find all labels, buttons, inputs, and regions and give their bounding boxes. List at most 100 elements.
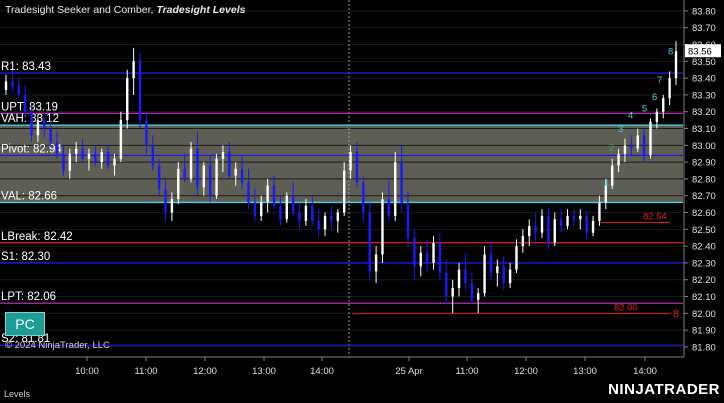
price-bar-body	[662, 98, 665, 112]
price-bar-body	[400, 162, 403, 205]
y-tick-label: 83.30	[692, 90, 716, 101]
count-label: 3	[618, 124, 623, 135]
count-label: 2	[609, 142, 614, 153]
y-tick-label: 83.50	[692, 57, 716, 68]
price-bar-body	[374, 254, 378, 272]
price-bar-body	[655, 111, 659, 122]
x-tick-label: 14:00	[310, 366, 334, 377]
price-bar-body	[132, 61, 135, 79]
price-bar-body	[559, 219, 563, 226]
price-bar-body	[119, 120, 123, 159]
price-bar-body	[304, 205, 308, 221]
price-bar-body	[591, 220, 595, 233]
price-bar-body	[572, 215, 576, 220]
price-bar-body	[451, 288, 454, 297]
price-bar-body	[106, 152, 110, 166]
price-mark-label: 82.00	[614, 302, 638, 313]
price-bar-body	[164, 189, 167, 213]
count-label: 1	[604, 178, 609, 189]
price-bar-body	[298, 212, 301, 221]
price-bar-body	[208, 165, 212, 196]
y-tick-label: 82.00	[692, 309, 716, 320]
price-bar-body	[189, 148, 193, 179]
price-mark-label: 82.54	[643, 212, 667, 223]
price-bar-body	[630, 145, 633, 149]
price-bar-body	[534, 225, 537, 233]
price-bar-body	[432, 242, 435, 263]
level-label: R1: 83.43	[1, 61, 51, 73]
price-bar-body	[674, 51, 678, 79]
price-bar-body	[126, 78, 129, 121]
price-bar-body	[183, 168, 186, 179]
price-bar-body	[323, 215, 327, 230]
chart-title: Tradesight Seeker and Comber, Tradesight…	[5, 4, 245, 16]
indicator-name: Tradesight Levels	[156, 4, 246, 16]
x-tick-label: 13:00	[573, 366, 597, 377]
price-bar-body	[579, 215, 582, 220]
level-label: VAL: 82.66	[1, 190, 57, 202]
price-bar-body	[260, 202, 263, 216]
price-bar-body	[330, 215, 333, 221]
price-bar-body	[74, 148, 78, 154]
y-tick-label: 83.80	[692, 6, 716, 17]
price-bar-body	[617, 153, 620, 166]
x-tick-label: 12:00	[193, 366, 217, 377]
price-bar-body	[342, 170, 346, 213]
y-tick-label: 81.90	[692, 326, 716, 337]
y-tick-label: 82.90	[692, 158, 716, 169]
price-bar-body	[215, 158, 218, 196]
count-label: 6	[652, 92, 657, 103]
level-label: S1: 82.30	[1, 251, 50, 263]
price-bar-body	[157, 165, 161, 189]
pc-button[interactable]: PC	[5, 312, 45, 336]
price-bar-body	[540, 215, 544, 233]
price-bar-body	[228, 152, 231, 176]
count-label: 8	[668, 47, 673, 58]
price-bar-body	[553, 219, 556, 243]
y-tick-label: 82.50	[692, 225, 716, 236]
price-bar-body	[566, 215, 569, 226]
price-bar-body	[279, 205, 282, 220]
price-bar-body	[11, 81, 14, 87]
y-tick-label: 81.80	[692, 342, 716, 353]
price-bar-body	[151, 145, 154, 166]
price-bar-body	[445, 273, 448, 297]
price-bar-body	[55, 141, 59, 154]
panel-label: Levels	[4, 389, 31, 399]
price-bar-body	[94, 153, 97, 163]
price-bar-body	[240, 168, 244, 183]
y-tick-label: 83.20	[692, 107, 716, 118]
price-bar-body	[145, 120, 148, 146]
count-label: 4	[628, 110, 633, 121]
price-bar-body	[62, 153, 65, 171]
level-label: LPT: 82.06	[1, 291, 56, 303]
price-bar-body	[362, 182, 365, 213]
price-bar-body	[253, 202, 257, 216]
price-bar-body	[668, 78, 671, 99]
price-bar-body	[285, 195, 288, 220]
y-tick-label: 82.40	[692, 242, 716, 253]
price-bar-body	[336, 212, 340, 221]
price-bar-body	[528, 225, 531, 237]
price-bar-body	[438, 242, 442, 273]
price-bar-body	[585, 215, 588, 233]
price-bar-body	[489, 254, 493, 273]
price-bar-body	[515, 246, 518, 270]
price-bar-body	[4, 81, 8, 90]
price-bar-body	[100, 152, 103, 163]
price-bar-body	[457, 269, 461, 289]
price-bar-body	[406, 204, 410, 238]
y-tick-label: 82.30	[692, 258, 716, 269]
y-tick-label: 83.00	[692, 141, 716, 152]
price-bar-body	[502, 266, 505, 284]
level-label: LBreak: 82.42	[1, 231, 73, 243]
price-bar-body	[476, 293, 480, 300]
price-bar-body	[43, 120, 46, 129]
y-tick-label: 82.10	[692, 292, 716, 303]
price-bar-body	[317, 220, 320, 230]
y-tick-label: 82.70	[692, 191, 716, 202]
price-bar-body	[266, 185, 269, 203]
x-tick-label: 10:00	[75, 366, 99, 377]
price-bar-body	[87, 153, 91, 159]
count-label: 5	[642, 104, 647, 115]
